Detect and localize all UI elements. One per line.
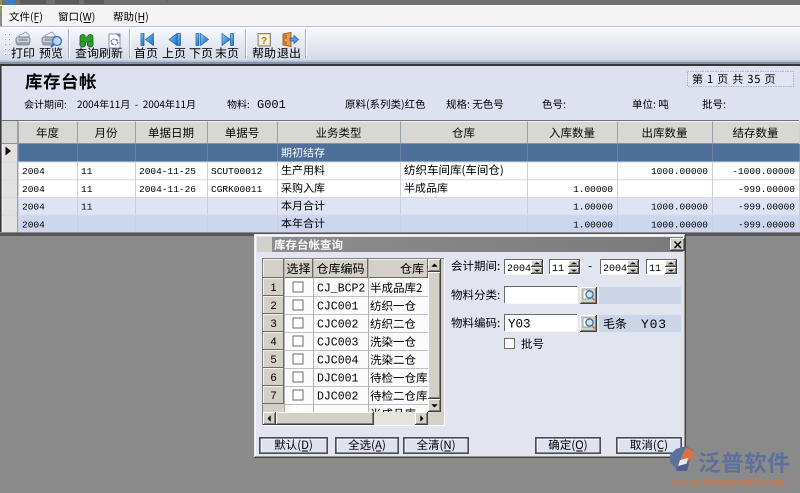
svg-text:DJC002: DJC002 <box>317 391 359 404</box>
svg-text:www.fanpusoft.com: www.fanpusoft.com <box>672 474 785 489</box>
svg-text:2004-11-25: 2004-11-25 <box>139 166 196 177</box>
svg-text:3: 3 <box>270 318 276 330</box>
svg-text:1.00000: 1.00000 <box>573 202 613 213</box>
svg-text:CJC001: CJC001 <box>317 301 359 314</box>
svg-text:DJC001: DJC001 <box>317 373 359 386</box>
svg-text:7: 7 <box>270 390 276 402</box>
svg-text:1.00000: 1.00000 <box>573 219 613 230</box>
svg-text:2004: 2004 <box>22 166 45 177</box>
svg-text:Y03: Y03 <box>508 318 531 332</box>
svg-text:11: 11 <box>81 184 93 195</box>
svg-text:-1000.00000: -1000.00000 <box>732 166 795 177</box>
svg-text:CJC004: CJC004 <box>317 355 359 368</box>
svg-text:Y03: Y03 <box>641 317 667 332</box>
svg-text:CJ_BCP2: CJ_BCP2 <box>317 283 365 296</box>
svg-text:2004: 2004 <box>603 264 627 275</box>
svg-text:G001: G001 <box>257 98 286 112</box>
svg-text:11: 11 <box>81 202 93 213</box>
svg-text:2004: 2004 <box>22 202 45 213</box>
svg-text:2004: 2004 <box>22 219 45 230</box>
svg-text:4: 4 <box>270 336 276 348</box>
svg-text:1: 1 <box>270 282 276 294</box>
svg-text:11: 11 <box>552 264 564 275</box>
svg-text:2004-11-26: 2004-11-26 <box>139 184 196 195</box>
svg-text:CGRK00011: CGRK00011 <box>211 184 263 195</box>
svg-text:1000.00000: 1000.00000 <box>651 219 708 230</box>
svg-text:-999.00000: -999.00000 <box>738 219 795 230</box>
svg-text:6: 6 <box>270 372 276 384</box>
svg-text:5: 5 <box>270 354 276 366</box>
svg-text:1000.00000: 1000.00000 <box>651 166 708 177</box>
svg-text:11: 11 <box>649 264 661 275</box>
svg-text:-999.00000: -999.00000 <box>738 202 795 213</box>
svg-text:CJC003: CJC003 <box>317 337 359 350</box>
svg-text:SCUT00012: SCUT00012 <box>211 166 263 177</box>
svg-text:CJC002: CJC002 <box>317 319 359 332</box>
svg-text:?: ? <box>261 36 267 47</box>
svg-text:2: 2 <box>270 300 276 312</box>
svg-text:2004: 2004 <box>507 264 531 275</box>
svg-text:2004: 2004 <box>22 184 45 195</box>
svg-text:1000.00000: 1000.00000 <box>651 202 708 213</box>
svg-text:1.00000: 1.00000 <box>573 184 613 195</box>
svg-text:11: 11 <box>81 166 93 177</box>
svg-text:-999.00000: -999.00000 <box>738 184 795 195</box>
